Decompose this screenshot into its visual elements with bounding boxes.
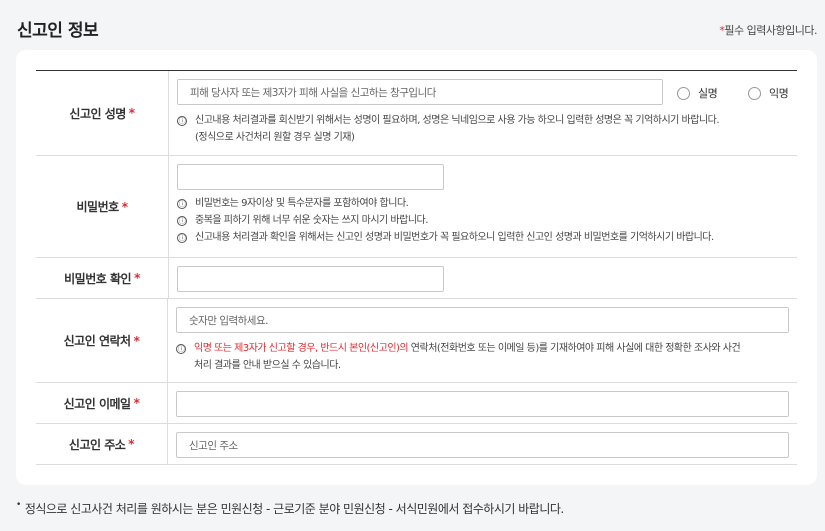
page-title: 신고인 정보 <box>17 21 99 41</box>
required-star: * <box>134 271 140 285</box>
required-star: * <box>128 106 135 120</box>
contact-input[interactable]: 숫자만 입력하세요. <box>176 307 789 333</box>
address-label: 신고인 주소 * <box>36 424 168 464</box>
address-row: 신고인 주소 * 신고인 주소 <box>36 424 797 465</box>
footer-note: • 정식으로 신고사건 처리를 원하시는 분은 민원신청 - 근로기준 분야 민원… <box>16 500 564 517</box>
contact-content: 숫자만 입력하세요. ⓘ 익명 또는 제3자가 신고할 경우, 반드시 본인(신… <box>168 299 797 382</box>
contact-row: 신고인 연락처 * 숫자만 입력하세요. ⓘ 익명 또는 제3자가 신고할 경우,… <box>36 299 797 383</box>
bullet-icon: • <box>16 500 21 510</box>
contact-input-placeholder: 숫자만 입력하세요. <box>189 314 268 327</box>
info-icon: ⓘ <box>177 116 187 126</box>
required-note-text: 필수 입력사항입니다. <box>724 24 817 37</box>
required-note: *필수 입력사항입니다. <box>719 22 817 38</box>
info-icon: ⓘ <box>177 233 187 243</box>
contact-note-warning: 익명 또는 제3자가 신고할 경우, 반드시 본인(신고인)의 <box>194 343 409 354</box>
password-row: 비밀번호 * ⓘ 비밀번호는 9자이상 및 특수문자를 포함하여야 합니다. ⓘ … <box>36 156 797 258</box>
email-content <box>168 383 797 423</box>
radio-anonymous[interactable]: 익명 <box>748 85 789 101</box>
radio-circle[interactable] <box>748 86 761 100</box>
required-star: * <box>121 199 128 214</box>
password-content: ⓘ 비밀번호는 9자이상 및 특수문자를 포함하여야 합니다. ⓘ 중복을 피하… <box>169 156 797 257</box>
email-input[interactable] <box>176 391 789 417</box>
radio-real-name-label: 실명 <box>698 87 718 100</box>
name-label: 신고인 성명 * <box>36 71 169 155</box>
radio-anonymous-label: 익명 <box>769 87 789 100</box>
password-label: 비밀번호 * <box>36 156 169 257</box>
info-icon: ⓘ <box>177 216 187 226</box>
radio-circle[interactable] <box>677 86 690 100</box>
contact-note-line2: 처리 결과를 안내 받으실 수 있습니다. <box>194 360 341 371</box>
name-input[interactable]: 피해 당사자 또는 제3자가 피해 사실을 신고하는 창구입니다 <box>177 79 663 105</box>
contact-note: ⓘ 익명 또는 제3자가 신고할 경우, 반드시 본인(신고인)의 연락처(전화… <box>176 340 789 357</box>
name-note: ⓘ 신고내용 처리결과를 회신받기 위해서는 성명이 필요하며, 성명은 닉네임… <box>177 115 720 126</box>
password-note-2: ⓘ 중복을 피하기 위해 너무 쉬운 숫자는 쓰지 마시기 바랍니다. <box>177 215 428 226</box>
name-content: 피해 당사자 또는 제3자가 피해 사실을 신고하는 창구입니다 실명 익명 ⓘ… <box>169 71 797 155</box>
reporter-info-card: 신고인 성명 * 피해 당사자 또는 제3자가 피해 사실을 신고하는 창구입니다… <box>16 50 817 485</box>
address-input[interactable]: 신고인 주소 <box>176 432 789 458</box>
required-star: * <box>133 333 140 348</box>
info-icon: ⓘ <box>176 344 186 354</box>
password-confirm-input[interactable] <box>177 266 444 292</box>
password-note-3: ⓘ 신고내용 처리결과 확인을 위해서는 신고인 성명과 비밀번호가 꼭 필요하… <box>177 232 714 243</box>
contact-note-rest: 연락처(전화번호 또는 이메일 등)를 기재하여야 피해 사실에 대한 정확한 … <box>408 343 741 354</box>
email-row: 신고인 이메일 * <box>36 383 797 424</box>
password-confirm-content <box>169 258 797 298</box>
name-row: 신고인 성명 * 피해 당사자 또는 제3자가 피해 사실을 신고하는 창구입니다… <box>36 71 797 156</box>
password-input[interactable] <box>177 164 444 190</box>
contact-label: 신고인 연락처 * <box>36 299 168 382</box>
password-confirm-row: 비밀번호 확인 * <box>36 258 797 299</box>
address-content: 신고인 주소 <box>168 424 797 464</box>
password-confirm-label: 비밀번호 확인 * <box>36 258 169 298</box>
required-star: * <box>128 437 135 451</box>
required-star: * <box>133 396 140 410</box>
email-label: 신고인 이메일 * <box>36 383 168 423</box>
footer-note-text: 정식으로 신고사건 처리를 원하시는 분은 민원신청 - 근로기준 분야 민원신… <box>24 502 564 516</box>
name-note-sub: (정식으로 사건처리 원할 경우 실명 기재) <box>195 132 355 143</box>
radio-real-name[interactable]: 실명 <box>677 85 718 101</box>
reporter-form-table: 신고인 성명 * 피해 당사자 또는 제3자가 피해 사실을 신고하는 창구입니다… <box>36 70 797 465</box>
info-icon: ⓘ <box>177 199 187 209</box>
address-input-placeholder: 신고인 주소 <box>189 439 238 452</box>
password-note-1: ⓘ 비밀번호는 9자이상 및 특수문자를 포함하여야 합니다. <box>177 198 409 209</box>
name-input-placeholder: 피해 당사자 또는 제3자가 피해 사실을 신고하는 창구입니다 <box>190 86 436 99</box>
